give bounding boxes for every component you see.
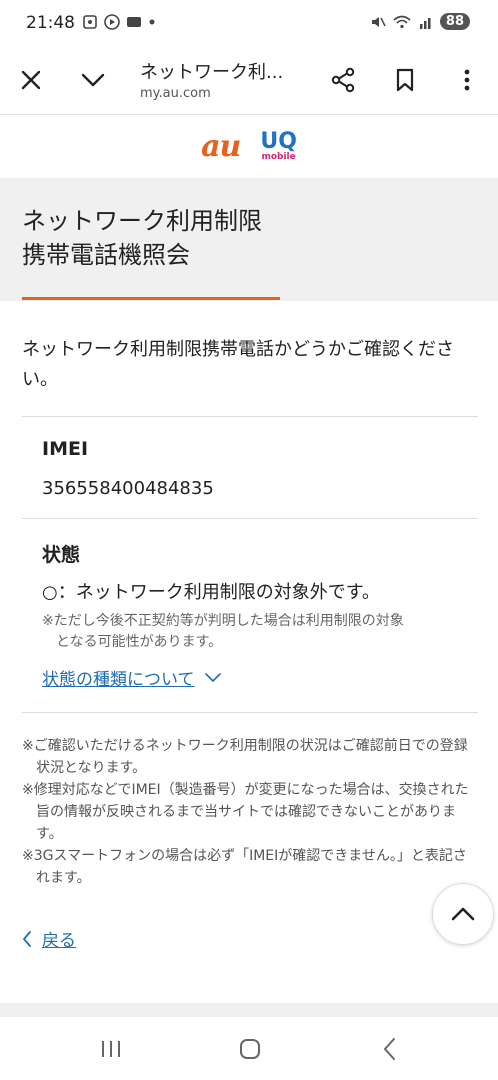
uq-mobile-logo[interactable]: UQ mobile bbox=[260, 131, 297, 162]
chevron-down-icon bbox=[204, 672, 221, 682]
uq-logo-text: UQ bbox=[260, 129, 297, 154]
scroll-to-top-button[interactable] bbox=[432, 883, 494, 945]
brand-logos: au UQ mobile bbox=[0, 115, 498, 178]
message-icon bbox=[127, 17, 141, 27]
imei-label: IMEI bbox=[42, 438, 89, 460]
footnote-item: ※ご確認いただけるネットワーク利用制限の状況はご確認前日での登録状況となります。 bbox=[22, 738, 468, 776]
imei-value: 356558400484835 bbox=[42, 478, 214, 499]
bookmark-button[interactable] bbox=[387, 62, 423, 98]
bookmark-icon bbox=[396, 68, 414, 92]
page-footer-strip bbox=[0, 1003, 498, 1017]
recents-icon bbox=[102, 1041, 120, 1057]
more-vert-icon bbox=[464, 69, 470, 91]
status-value: ○：ネットワーク利用制限の対象外です。 bbox=[42, 582, 380, 603]
expand-button[interactable] bbox=[75, 62, 111, 98]
back-link[interactable]: 戻る bbox=[22, 926, 76, 951]
status-note-line1: ※ただし今後不正契約等が判明した場合は利用制限の対象 bbox=[42, 613, 404, 629]
status-note-line2: となる可能性があります。 bbox=[56, 634, 223, 650]
intro-text: ネットワーク利用制限携帯電話かどうかご確認ください。 bbox=[22, 339, 454, 390]
page-title-line2: 携帯電話機照会 bbox=[22, 241, 190, 269]
page-title: ネットワーク利用制限 携帯電話機照会 bbox=[22, 204, 262, 272]
status-time: 21:48 bbox=[26, 13, 75, 33]
back-button[interactable] bbox=[375, 1035, 405, 1063]
browser-url[interactable]: my.au.com bbox=[140, 86, 211, 101]
chevron-left-icon bbox=[22, 930, 31, 947]
mute-icon bbox=[371, 16, 386, 27]
chevron-up-icon bbox=[451, 907, 475, 921]
battery-level: 88 bbox=[439, 13, 470, 30]
more-options-button[interactable] bbox=[449, 62, 485, 98]
footnotes: ※ご確認いただけるネットワーク利用制限の状況はご確認前日での登録状況となります。… bbox=[22, 735, 478, 889]
recents-button[interactable] bbox=[96, 1035, 126, 1063]
browser-toolbar: ネットワーク利... my.au.com bbox=[0, 48, 498, 114]
uq-logo-sub: mobile bbox=[261, 152, 296, 162]
title-band: ネットワーク利用制限 携帯電話機照会 bbox=[0, 178, 498, 301]
screenshot-icon bbox=[83, 15, 97, 29]
signal-icon bbox=[419, 17, 431, 29]
back-link-label: 戻る bbox=[42, 931, 76, 951]
home-button[interactable] bbox=[235, 1035, 265, 1063]
share-icon bbox=[331, 67, 355, 93]
close-button[interactable] bbox=[13, 62, 49, 98]
dot-icon bbox=[149, 19, 155, 25]
media-icon bbox=[104, 14, 120, 30]
status-types-label: 状態の種類について bbox=[42, 670, 195, 690]
wifi-icon bbox=[393, 15, 411, 28]
au-logo[interactable]: au bbox=[201, 129, 241, 164]
system-nav-bar bbox=[0, 1017, 498, 1080]
title-underline bbox=[22, 297, 280, 300]
status-types-toggle[interactable]: 状態の種類について bbox=[42, 665, 221, 690]
divider bbox=[22, 416, 478, 417]
close-icon bbox=[21, 70, 41, 90]
status-right: 88 bbox=[370, 13, 470, 30]
browser-page-title[interactable]: ネットワーク利... bbox=[140, 58, 283, 84]
status-bar: 21:48 88 bbox=[0, 0, 498, 48]
footnote-item: ※3Gスマートフォンの場合は必ず「IMEIが確認できません。」と表記されます。 bbox=[22, 848, 467, 886]
footnote-item: ※修理対応などでIMEI（製造番号）が変更になった場合は、交換された旨の情報が反… bbox=[22, 782, 469, 842]
divider bbox=[22, 712, 478, 713]
share-button[interactable] bbox=[325, 62, 361, 98]
page-title-line1: ネットワーク利用制限 bbox=[22, 207, 262, 235]
notification-icons bbox=[82, 14, 156, 30]
chevron-down-icon bbox=[81, 73, 105, 87]
back-icon bbox=[383, 1038, 395, 1060]
status-label: 状態 bbox=[42, 544, 81, 566]
divider bbox=[22, 518, 478, 519]
home-icon bbox=[240, 1039, 260, 1059]
